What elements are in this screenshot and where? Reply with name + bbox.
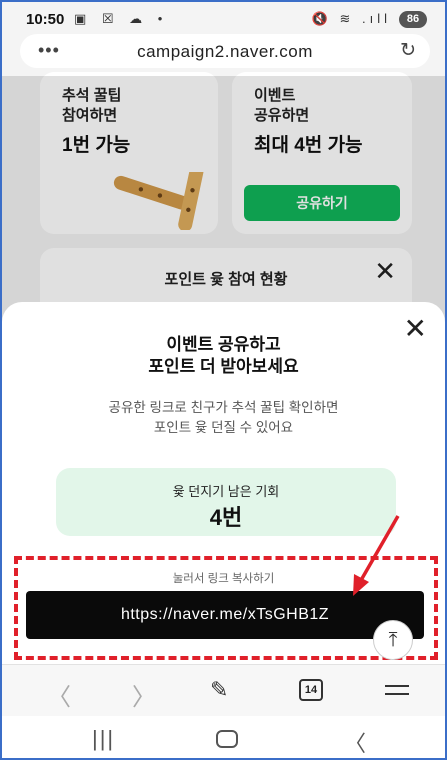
copy-link-label: 눌러서 링크 복사하기 (172, 573, 275, 585)
hamburger-menu-icon[interactable] (385, 685, 409, 701)
recent-apps-icon[interactable]: ||| (92, 726, 115, 752)
status-bar: 10:50 ▣ ☒ ☁ • 🔇 ≋ .ıll 86 (2, 2, 445, 36)
remaining-chances-label: 윷 던지기 남은 기회 (172, 484, 280, 499)
screen-frame: 10:50 ▣ ☒ ☁ • 🔇 ≋ .ıll 86 ••• campaign2.… (0, 0, 447, 760)
url-text[interactable]: campaign2.naver.com (20, 42, 430, 62)
home-icon[interactable] (216, 730, 238, 748)
sheet-desc-line1: 공유한 링크로 친구가 추석 꿀팁 확인하면 (108, 400, 339, 415)
copy-link-button[interactable]: https://naver.me/xTsGHB1Z (26, 591, 424, 639)
address-bar[interactable]: ••• campaign2.naver.com ↻ (20, 34, 430, 68)
sheet-title: 이벤트 공유하고 포인트 더 받아보세요 (2, 334, 445, 378)
notification-icons: ▣ ☒ ☁ • (74, 11, 169, 26)
battery-icon: 86 (399, 11, 427, 28)
system-navigation-bar: ||| 〈 (2, 716, 445, 758)
share-bottom-sheet: ✕ 이벤트 공유하고 포인트 더 받아보세요 공유한 링크로 친구가 추석 꿀팁… (2, 302, 445, 664)
back-icon[interactable]: 〈 (47, 677, 71, 712)
remaining-chances-box: 윷 던지기 남은 기회 4번 (56, 468, 396, 536)
browser-toolbar: 〈 〉 ✎ 14 (2, 664, 445, 716)
sheet-title-line1: 이벤트 공유하고 (166, 335, 281, 354)
reload-icon[interactable]: ↻ (400, 39, 416, 62)
sheet-description: 공유한 링크로 친구가 추석 꿀팁 확인하면 포인트 윷 던질 수 있어요 (2, 398, 445, 438)
clock: 10:50 (26, 11, 65, 28)
home-leaf-icon[interactable]: ✎ (210, 677, 228, 703)
forward-icon[interactable]: 〉 (132, 677, 156, 712)
system-back-icon[interactable]: 〈 (344, 726, 366, 758)
scroll-to-top-icon[interactable]: ⤒ (373, 620, 413, 660)
remaining-chances-count: 4번 (209, 505, 243, 530)
tabs-counter[interactable]: 14 (299, 679, 323, 701)
sheet-title-line2: 포인트 더 받아보세요 (148, 357, 299, 376)
sheet-desc-line2: 포인트 윷 던질 수 있어요 (153, 420, 294, 435)
signal-icons: 🔇 ≋ .ıll (311, 11, 391, 26)
